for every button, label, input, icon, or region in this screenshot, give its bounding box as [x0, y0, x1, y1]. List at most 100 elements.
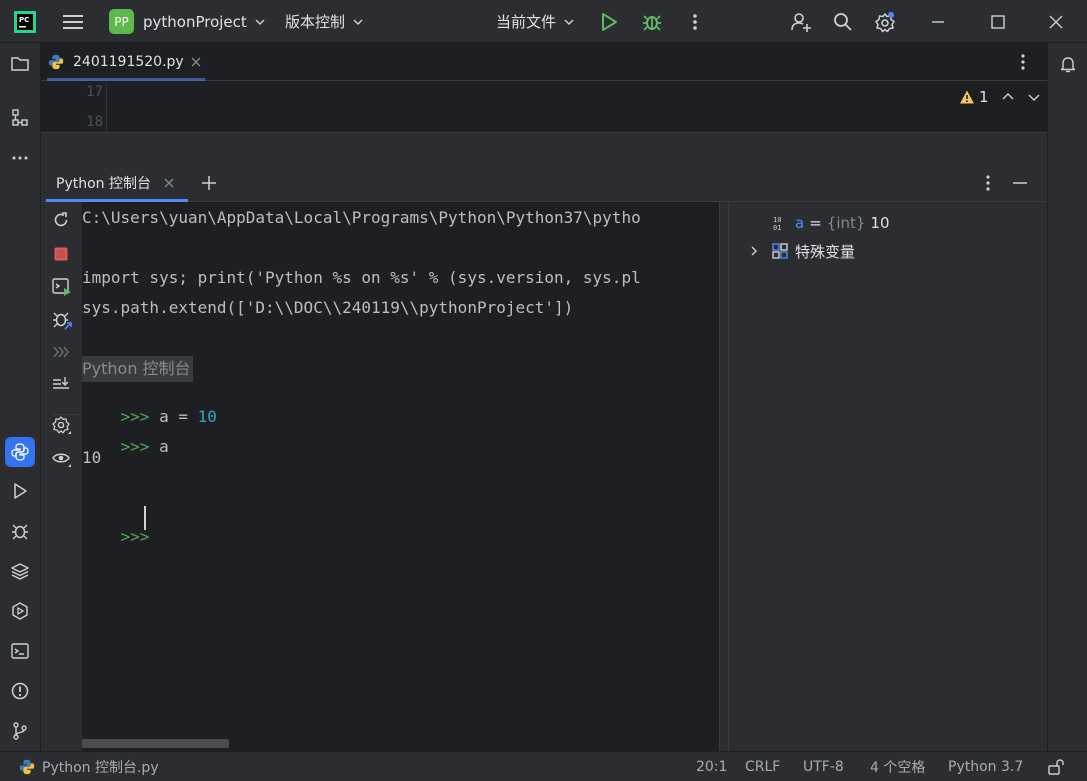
python-icon: [11, 443, 29, 461]
console-input-line[interactable]: >>>: [82, 508, 150, 565]
soft-wrap-button[interactable]: [51, 374, 71, 394]
run-button[interactable]: [599, 0, 619, 43]
more-tools-button[interactable]: [8, 146, 32, 170]
svg-text:10: 10: [773, 216, 781, 224]
svg-text:01: 01: [773, 224, 781, 231]
plus-icon: [202, 176, 216, 190]
run-config-selector[interactable]: 当前文件: [496, 0, 576, 43]
console-line: C:\Users\yuan\AppData\Local\Programs\Pyt…: [82, 208, 641, 227]
vcs-label: 版本控制: [285, 13, 346, 31]
kebab-menu-icon: [986, 175, 990, 191]
console-tab-label: Python 控制台: [56, 175, 151, 192]
terminal-tool-button[interactable]: [8, 639, 32, 663]
console-settings-button[interactable]: [51, 415, 73, 437]
chevron-down-icon: [353, 18, 363, 25]
stop-icon: [54, 247, 68, 261]
close-icon: [1049, 15, 1063, 28]
minimize-button[interactable]: [930, 0, 946, 43]
services-tool-button[interactable]: [8, 599, 32, 623]
console-output[interactable]: C:\Users\yuan\AppData\Local\Programs\Pyt…: [82, 202, 719, 751]
search-button[interactable]: [833, 0, 853, 43]
execute-icon: [52, 278, 71, 296]
status-line-ending[interactable]: CRLF: [745, 752, 780, 781]
python-console-tool-button[interactable]: [5, 437, 35, 467]
notifications-button[interactable]: [1056, 52, 1080, 76]
add-user-button[interactable]: [790, 0, 812, 43]
show-variables-button[interactable]: [51, 448, 73, 470]
chevron-right-icon: [751, 246, 757, 256]
python-packages-tool-button[interactable]: [8, 559, 32, 583]
text-cursor: [144, 506, 146, 530]
hide-panel-button[interactable]: [1011, 174, 1029, 192]
run-tool-button[interactable]: [8, 479, 32, 503]
problems-tool-button[interactable]: [8, 679, 32, 703]
editor-body[interactable]: 17 18 1: [41, 82, 1047, 132]
console-code: a: [159, 437, 169, 456]
status-bar: Python 控制台.py 20:1 CRLF UTF-8 4 个空格 Pyth…: [0, 751, 1087, 781]
pycharm-logo-icon[interactable]: PC: [14, 0, 36, 43]
vcs-menu[interactable]: 版本控制: [285, 0, 365, 43]
bug-icon: [643, 14, 661, 31]
execute-button[interactable]: [51, 276, 73, 298]
rerun-button[interactable]: [51, 210, 71, 230]
console-options-button[interactable]: [982, 174, 994, 192]
panel-splitter[interactable]: [41, 132, 1047, 163]
chevron-down-icon[interactable]: [1027, 90, 1041, 104]
project-tool-button[interactable]: [8, 52, 32, 76]
git-tool-button[interactable]: [8, 719, 32, 743]
git-branch-icon: [13, 722, 27, 740]
horizontal-scrollbar[interactable]: [82, 739, 229, 748]
structure-icon: [12, 109, 28, 126]
special-variables-label: 特殊变量: [795, 242, 856, 261]
close-window-button[interactable]: [1048, 0, 1064, 43]
chevrons-right-icon: [53, 346, 69, 358]
attach-debugger-button[interactable]: [51, 309, 73, 331]
variable-name: a: [795, 214, 805, 232]
splitter[interactable]: [719, 202, 728, 751]
active-tab-indicator: [47, 78, 205, 81]
structure-tool-button[interactable]: [8, 106, 32, 130]
stop-button[interactable]: [51, 244, 71, 264]
editor-tab-bar: 2401191520.py: [41, 43, 1047, 81]
read-only-toggle[interactable]: [1047, 752, 1065, 781]
line-number: 17: [86, 84, 103, 100]
tab-options-button[interactable]: [1017, 53, 1029, 71]
rerun-icon: [54, 212, 68, 227]
status-encoding[interactable]: UTF-8: [803, 752, 844, 781]
new-console-button[interactable]: [200, 174, 218, 192]
add-user-icon: [791, 12, 811, 32]
inspection-widget[interactable]: 1: [959, 88, 1041, 106]
settings-button[interactable]: [874, 0, 896, 43]
run-icon: [14, 483, 27, 499]
debug-tool-button[interactable]: [8, 519, 32, 543]
console-line: import sys; print('Python %s on %s' % (s…: [82, 268, 641, 287]
command-history-button[interactable]: [51, 342, 71, 362]
status-interpreter[interactable]: Python 3.7: [948, 752, 1023, 781]
variable-row[interactable]: 10 01 a = {int} 10: [773, 213, 890, 233]
status-position[interactable]: 20:1: [696, 752, 727, 781]
editor-tab[interactable]: 2401191520.py: [41, 43, 205, 81]
ellipsis-icon: [12, 156, 28, 160]
more-actions-button[interactable]: [688, 0, 702, 43]
debug-button[interactable]: [641, 0, 663, 43]
chevron-up-icon[interactable]: [1001, 90, 1015, 104]
status-indent[interactable]: 4 个空格: [870, 752, 925, 781]
python-file-icon: [48, 54, 64, 70]
special-variables-row[interactable]: 特殊变量: [747, 241, 855, 261]
console-tab[interactable]: Python 控制台: [41, 163, 189, 202]
status-console-breadcrumb[interactable]: Python 控制台.py: [18, 752, 159, 781]
variable-equals: =: [809, 214, 822, 232]
main-menu-button[interactable]: [62, 0, 84, 43]
project-selector[interactable]: PP pythonProject: [109, 0, 267, 43]
minimize-icon: [932, 20, 944, 23]
maximize-icon: [991, 14, 1005, 29]
maximize-button[interactable]: [990, 0, 1006, 43]
console-number: 10: [197, 407, 217, 426]
layers-icon: [11, 563, 29, 580]
console-toolbar: [41, 202, 82, 751]
kebab-menu-icon: [1021, 54, 1025, 70]
services-icon: [12, 602, 28, 620]
folder-icon: [11, 57, 29, 71]
close-icon[interactable]: [163, 177, 175, 189]
close-icon[interactable]: [190, 56, 202, 68]
